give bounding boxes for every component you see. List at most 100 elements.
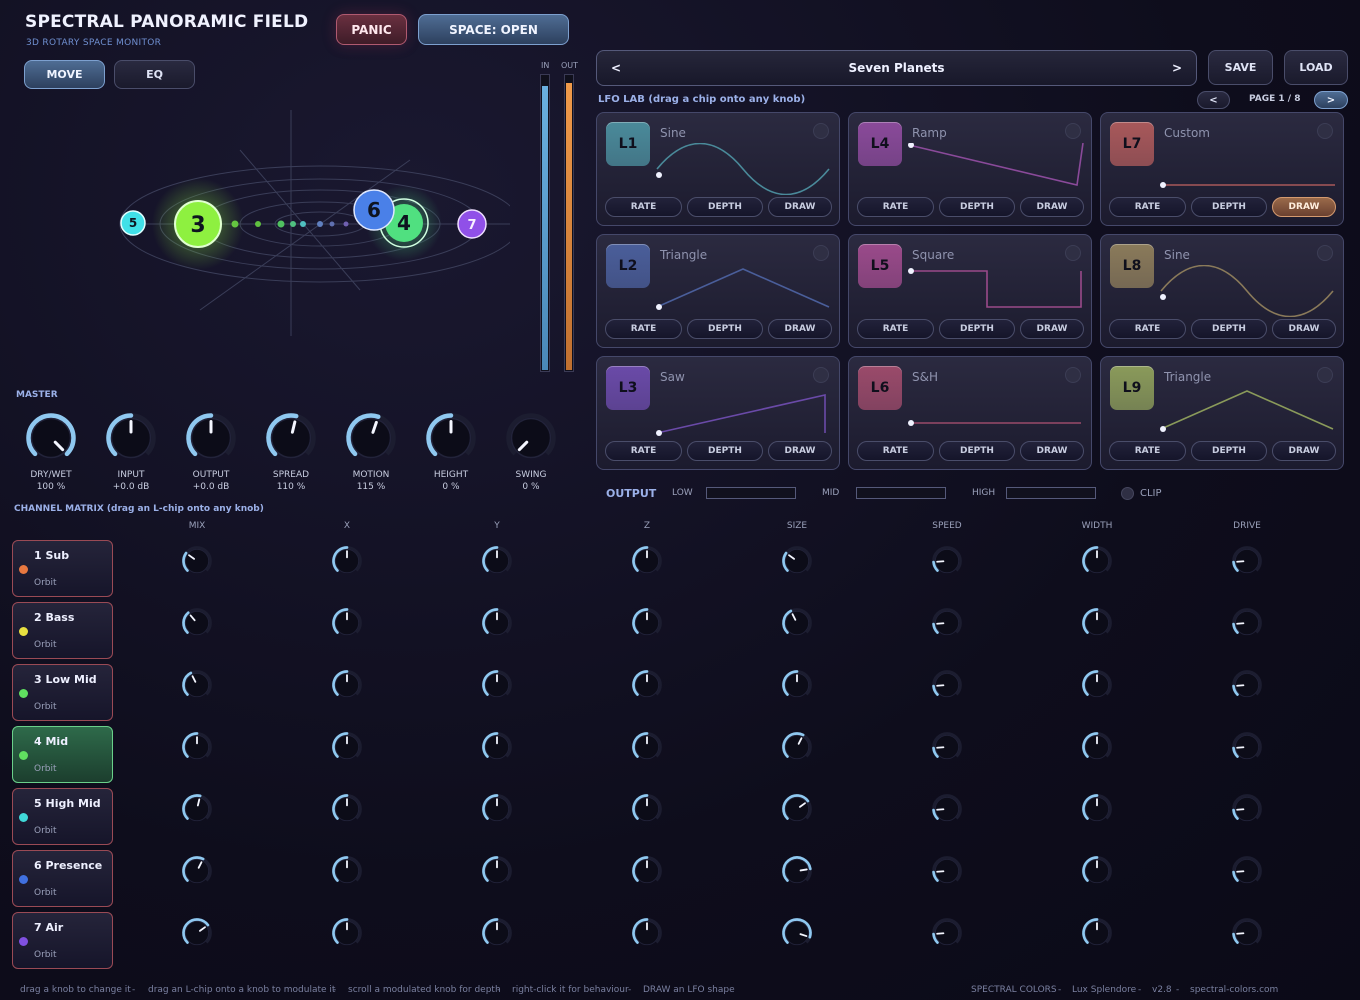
tab-eq[interactable]: EQ [114, 60, 195, 89]
lfo-waveform[interactable] [907, 387, 1085, 439]
master-knob-input[interactable]: INPUT +0.0 dB [91, 408, 171, 492]
matrix-knob-z[interactable] [629, 543, 665, 579]
matrix-knob-z[interactable] [629, 915, 665, 951]
matrix-knob-mix[interactable] [179, 543, 215, 579]
master-knob-spread[interactable]: SPREAD 110 % [251, 408, 331, 492]
matrix-knob-size[interactable] [779, 853, 815, 889]
lfo-chip-l6[interactable]: L6 [858, 366, 902, 410]
tab-move[interactable]: MOVE [24, 60, 105, 89]
space-mode-button[interactable]: SPACE: OPEN [418, 14, 569, 45]
lfo-waveform[interactable] [907, 143, 1085, 195]
lfo-depth-button[interactable]: DEPTH [687, 441, 763, 461]
lfo-waveform[interactable] [655, 265, 833, 317]
planet-3[interactable]: 3 [174, 200, 222, 248]
master-knob-output[interactable]: OUTPUT +0.0 dB [171, 408, 251, 492]
matrix-knob-drive[interactable] [1229, 915, 1265, 951]
lfo-waveform[interactable] [1159, 143, 1337, 195]
lfo-rate-button[interactable]: RATE [1109, 441, 1186, 461]
lfo-rate-button[interactable]: RATE [1109, 319, 1186, 339]
matrix-knob-width[interactable] [1079, 667, 1115, 703]
lfo-rate-button[interactable]: RATE [605, 441, 682, 461]
lfo-depth-button[interactable]: DEPTH [939, 441, 1015, 461]
matrix-knob-z[interactable] [629, 605, 665, 641]
page-prev-button[interactable]: < [1197, 91, 1230, 109]
lfo-active-led[interactable] [1317, 245, 1333, 261]
lfo-depth-button[interactable]: DEPTH [687, 319, 763, 339]
lfo-rate-button[interactable]: RATE [857, 319, 934, 339]
matrix-knob-z[interactable] [629, 729, 665, 765]
panic-button[interactable]: PANIC [336, 14, 407, 45]
lfo-active-led[interactable] [1317, 123, 1333, 139]
lfo-chip-l5[interactable]: L5 [858, 244, 902, 288]
lfo-waveform[interactable] [655, 387, 833, 439]
matrix-knob-z[interactable] [629, 791, 665, 827]
matrix-knob-size[interactable] [779, 667, 815, 703]
lfo-depth-button[interactable]: DEPTH [1191, 319, 1267, 339]
channel-row-2[interactable]: 2 Bass Orbit [12, 602, 113, 659]
matrix-knob-speed[interactable] [929, 791, 965, 827]
matrix-knob-speed[interactable] [929, 729, 965, 765]
lfo-chip-l4[interactable]: L4 [858, 122, 902, 166]
matrix-knob-mix[interactable] [179, 791, 215, 827]
save-button[interactable]: SAVE [1208, 50, 1273, 85]
master-knob-swing[interactable]: SWING 0 % [491, 408, 571, 492]
matrix-knob-size[interactable] [779, 729, 815, 765]
lfo-waveform[interactable] [907, 265, 1085, 317]
matrix-knob-drive[interactable] [1229, 729, 1265, 765]
lfo-depth-button[interactable]: DEPTH [687, 197, 763, 217]
matrix-knob-drive[interactable] [1229, 791, 1265, 827]
matrix-knob-size[interactable] [779, 791, 815, 827]
lfo-waveform[interactable] [1159, 387, 1337, 439]
lfo-draw-button[interactable]: DRAW [1020, 441, 1084, 461]
lfo-depth-button[interactable]: DEPTH [939, 319, 1015, 339]
channel-row-5[interactable]: 5 High Mid Orbit [12, 788, 113, 845]
planet-6[interactable]: 6 [353, 189, 395, 231]
matrix-knob-speed[interactable] [929, 667, 965, 703]
lfo-active-led[interactable] [813, 123, 829, 139]
lfo-active-led[interactable] [1317, 367, 1333, 383]
matrix-knob-mix[interactable] [179, 853, 215, 889]
planet-7[interactable]: 7 [457, 209, 487, 239]
lfo-active-led[interactable] [1065, 367, 1081, 383]
preset-selector[interactable]: < Seven Planets > [596, 50, 1197, 86]
lfo-chip-l8[interactable]: L8 [1110, 244, 1154, 288]
matrix-knob-drive[interactable] [1229, 853, 1265, 889]
lfo-active-led[interactable] [1065, 245, 1081, 261]
matrix-knob-size[interactable] [779, 605, 815, 641]
matrix-knob-mix[interactable] [179, 729, 215, 765]
matrix-knob-y[interactable] [479, 791, 515, 827]
matrix-knob-drive[interactable] [1229, 667, 1265, 703]
lfo-rate-button[interactable]: RATE [857, 197, 934, 217]
lfo-chip-l9[interactable]: L9 [1110, 366, 1154, 410]
matrix-knob-z[interactable] [629, 853, 665, 889]
lfo-draw-button[interactable]: DRAW [1020, 197, 1084, 217]
channel-row-4[interactable]: 4 Mid Orbit [12, 726, 113, 783]
lfo-draw-button[interactable]: DRAW [1272, 197, 1336, 217]
preset-next-arrow[interactable]: > [1172, 61, 1182, 75]
lfo-draw-button[interactable]: DRAW [1020, 319, 1084, 339]
matrix-knob-size[interactable] [779, 543, 815, 579]
planet-5[interactable]: 5 [120, 210, 146, 236]
matrix-knob-speed[interactable] [929, 543, 965, 579]
matrix-knob-z[interactable] [629, 667, 665, 703]
master-knob-motion[interactable]: MOTION 115 % [331, 408, 411, 492]
matrix-knob-x[interactable] [329, 791, 365, 827]
lfo-chip-l7[interactable]: L7 [1110, 122, 1154, 166]
lfo-rate-button[interactable]: RATE [1109, 197, 1186, 217]
lfo-depth-button[interactable]: DEPTH [939, 197, 1015, 217]
matrix-knob-y[interactable] [479, 605, 515, 641]
lfo-depth-button[interactable]: DEPTH [1191, 441, 1267, 461]
lfo-active-led[interactable] [813, 245, 829, 261]
lfo-depth-button[interactable]: DEPTH [1191, 197, 1267, 217]
lfo-rate-button[interactable]: RATE [605, 197, 682, 217]
matrix-knob-x[interactable] [329, 605, 365, 641]
matrix-knob-width[interactable] [1079, 853, 1115, 889]
matrix-knob-x[interactable] [329, 667, 365, 703]
space-visualizer[interactable]: 5 3 4 6 7 [110, 110, 510, 340]
channel-row-3[interactable]: 3 Low Mid Orbit [12, 664, 113, 721]
matrix-knob-mix[interactable] [179, 915, 215, 951]
matrix-knob-mix[interactable] [179, 605, 215, 641]
lfo-active-led[interactable] [1065, 123, 1081, 139]
matrix-knob-x[interactable] [329, 853, 365, 889]
lfo-waveform[interactable] [1159, 265, 1337, 317]
